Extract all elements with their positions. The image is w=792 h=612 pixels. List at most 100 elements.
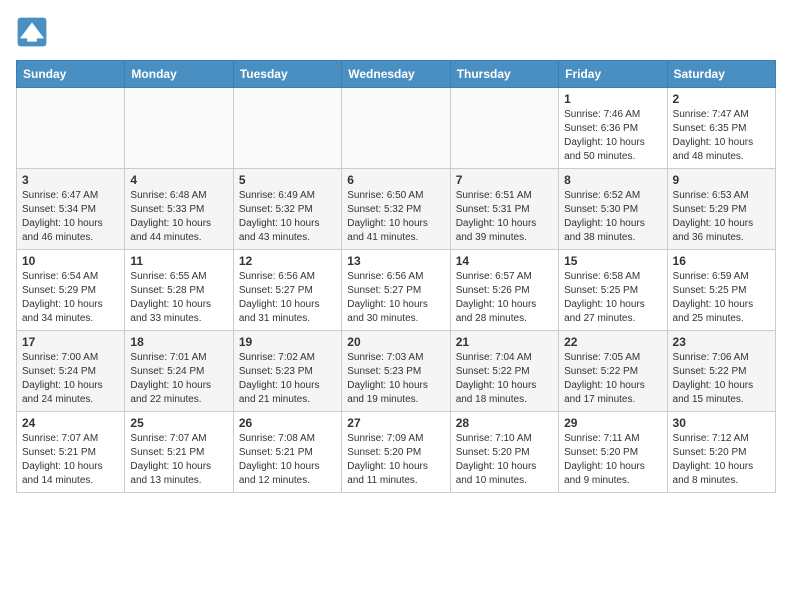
calendar-cell: 9Sunrise: 6:53 AM Sunset: 5:29 PM Daylig… <box>667 169 775 250</box>
calendar-cell: 6 Sunrise: 6:50 AM Sunset: 5:32 PM Daylig… <box>342 169 450 250</box>
calendar-cell: 23 Sunrise: 7:06 AM Sunset: 5:22 PM Dayli… <box>667 331 775 412</box>
day-info: Sunrise: 6:50 AM Sunset: 5:32 PM Dayligh… <box>347 189 444 245</box>
calendar-header: SundayMondayTuesdayWednesdayThursdayFrid… <box>17 61 776 88</box>
calendar-cell: 26 Sunrise: 7:08 AM Sunset: 5:21 PM Dayli… <box>233 412 341 493</box>
calendar-body: 1Sunrise: 7:46 AM Sunset: 6:36 PM Daylig… <box>17 88 776 493</box>
logo-icon <box>16 16 48 48</box>
calendar-cell: 2Sunrise: 7:47 AM Sunset: 6:35 PM Daylig… <box>667 88 775 169</box>
day-number: 7 <box>456 173 553 187</box>
day-number: 16 <box>673 254 770 268</box>
calendar-cell: 5 Sunrise: 6:49 AM Sunset: 5:32 PM Daylig… <box>233 169 341 250</box>
calendar-cell: 8 Sunrise: 6:52 AM Sunset: 5:30 PM Daylig… <box>559 169 667 250</box>
day-number: 27 <box>347 416 444 430</box>
day-info: Sunrise: 7:09 AM Sunset: 5:20 PM Dayligh… <box>347 432 444 488</box>
day-number: 23 <box>673 335 770 349</box>
calendar-cell: 25 Sunrise: 7:07 AM Sunset: 5:21 PM Dayli… <box>125 412 233 493</box>
day-number: 18 <box>130 335 227 349</box>
day-info: Sunrise: 6:56 AM Sunset: 5:27 PM Dayligh… <box>239 270 336 326</box>
calendar-cell: 1Sunrise: 7:46 AM Sunset: 6:36 PM Daylig… <box>559 88 667 169</box>
day-number: 29 <box>564 416 661 430</box>
column-header-monday: Monday <box>125 61 233 88</box>
day-info: Sunrise: 7:06 AM Sunset: 5:22 PM Dayligh… <box>673 351 770 407</box>
calendar-cell: 4 Sunrise: 6:48 AM Sunset: 5:33 PM Daylig… <box>125 169 233 250</box>
day-info: Sunrise: 7:02 AM Sunset: 5:23 PM Dayligh… <box>239 351 336 407</box>
day-number: 30 <box>673 416 770 430</box>
day-info: Sunrise: 6:51 AM Sunset: 5:31 PM Dayligh… <box>456 189 553 245</box>
calendar-week-4: 17 Sunrise: 7:00 AM Sunset: 5:24 PM Dayli… <box>17 331 776 412</box>
calendar-cell: 18 Sunrise: 7:01 AM Sunset: 5:24 PM Dayli… <box>125 331 233 412</box>
day-info: Sunrise: 6:59 AM Sunset: 5:25 PM Dayligh… <box>673 270 770 326</box>
day-number: 22 <box>564 335 661 349</box>
day-info: Sunrise: 7:07 AM Sunset: 5:21 PM Dayligh… <box>22 432 119 488</box>
day-info: Sunrise: 7:07 AM Sunset: 5:21 PM Dayligh… <box>130 432 227 488</box>
day-info: Sunrise: 6:57 AM Sunset: 5:26 PM Dayligh… <box>456 270 553 326</box>
calendar-cell <box>450 88 558 169</box>
column-header-wednesday: Wednesday <box>342 61 450 88</box>
column-header-sunday: Sunday <box>17 61 125 88</box>
day-number: 17 <box>22 335 119 349</box>
day-number: 15 <box>564 254 661 268</box>
calendar-week-5: 24 Sunrise: 7:07 AM Sunset: 5:21 PM Dayli… <box>17 412 776 493</box>
day-number: 13 <box>347 254 444 268</box>
calendar-cell <box>125 88 233 169</box>
day-number: 3 <box>22 173 119 187</box>
calendar-cell: 15 Sunrise: 6:58 AM Sunset: 5:25 PM Dayli… <box>559 250 667 331</box>
calendar-cell: 12 Sunrise: 6:56 AM Sunset: 5:27 PM Dayli… <box>233 250 341 331</box>
day-info: Sunrise: 6:58 AM Sunset: 5:25 PM Dayligh… <box>564 270 661 326</box>
day-number: 26 <box>239 416 336 430</box>
day-info: Sunrise: 6:56 AM Sunset: 5:27 PM Dayligh… <box>347 270 444 326</box>
day-info: Sunrise: 6:48 AM Sunset: 5:33 PM Dayligh… <box>130 189 227 245</box>
calendar-cell: 28 Sunrise: 7:10 AM Sunset: 5:20 PM Dayli… <box>450 412 558 493</box>
day-number: 28 <box>456 416 553 430</box>
calendar-cell: 30 Sunrise: 7:12 AM Sunset: 5:20 PM Dayli… <box>667 412 775 493</box>
day-number: 11 <box>130 254 227 268</box>
day-info: Sunrise: 7:04 AM Sunset: 5:22 PM Dayligh… <box>456 351 553 407</box>
day-number: 6 <box>347 173 444 187</box>
day-number: 24 <box>22 416 119 430</box>
day-number: 8 <box>564 173 661 187</box>
day-number: 1 <box>564 92 661 106</box>
calendar-cell <box>17 88 125 169</box>
column-header-saturday: Saturday <box>667 61 775 88</box>
day-number: 20 <box>347 335 444 349</box>
column-header-tuesday: Tuesday <box>233 61 341 88</box>
day-info: Sunrise: 6:47 AM Sunset: 5:34 PM Dayligh… <box>22 189 119 245</box>
day-number: 25 <box>130 416 227 430</box>
day-number: 21 <box>456 335 553 349</box>
day-info: Sunrise: 7:08 AM Sunset: 5:21 PM Dayligh… <box>239 432 336 488</box>
day-number: 4 <box>130 173 227 187</box>
calendar-week-2: 3 Sunrise: 6:47 AM Sunset: 5:34 PM Daylig… <box>17 169 776 250</box>
calendar-week-3: 10 Sunrise: 6:54 AM Sunset: 5:29 PM Dayli… <box>17 250 776 331</box>
column-header-thursday: Thursday <box>450 61 558 88</box>
day-info: Sunrise: 7:05 AM Sunset: 5:22 PM Dayligh… <box>564 351 661 407</box>
calendar-cell: 13 Sunrise: 6:56 AM Sunset: 5:27 PM Dayli… <box>342 250 450 331</box>
day-info: Sunrise: 7:12 AM Sunset: 5:20 PM Dayligh… <box>673 432 770 488</box>
header-row: SundayMondayTuesdayWednesdayThursdayFrid… <box>17 61 776 88</box>
day-number: 5 <box>239 173 336 187</box>
page-header <box>16 16 776 48</box>
day-info: Sunrise: 6:55 AM Sunset: 5:28 PM Dayligh… <box>130 270 227 326</box>
calendar-table: SundayMondayTuesdayWednesdayThursdayFrid… <box>16 60 776 493</box>
calendar-cell: 16 Sunrise: 6:59 AM Sunset: 5:25 PM Dayli… <box>667 250 775 331</box>
calendar-week-1: 1Sunrise: 7:46 AM Sunset: 6:36 PM Daylig… <box>17 88 776 169</box>
day-number: 12 <box>239 254 336 268</box>
day-info: Sunrise: 7:01 AM Sunset: 5:24 PM Dayligh… <box>130 351 227 407</box>
day-info: Sunrise: 6:54 AM Sunset: 5:29 PM Dayligh… <box>22 270 119 326</box>
calendar-cell <box>233 88 341 169</box>
calendar-cell: 27 Sunrise: 7:09 AM Sunset: 5:20 PM Dayli… <box>342 412 450 493</box>
day-number: 10 <box>22 254 119 268</box>
day-info: Sunrise: 7:00 AM Sunset: 5:24 PM Dayligh… <box>22 351 119 407</box>
day-info: Sunrise: 7:11 AM Sunset: 5:20 PM Dayligh… <box>564 432 661 488</box>
day-info: Sunrise: 7:10 AM Sunset: 5:20 PM Dayligh… <box>456 432 553 488</box>
day-info: Sunrise: 7:47 AM Sunset: 6:35 PM Dayligh… <box>673 108 770 164</box>
day-number: 9 <box>673 173 770 187</box>
day-number: 14 <box>456 254 553 268</box>
calendar-cell: 17 Sunrise: 7:00 AM Sunset: 5:24 PM Dayli… <box>17 331 125 412</box>
calendar-cell: 3 Sunrise: 6:47 AM Sunset: 5:34 PM Daylig… <box>17 169 125 250</box>
calendar-cell: 14 Sunrise: 6:57 AM Sunset: 5:26 PM Dayli… <box>450 250 558 331</box>
logo <box>16 16 52 48</box>
calendar-cell: 22 Sunrise: 7:05 AM Sunset: 5:22 PM Dayli… <box>559 331 667 412</box>
day-info: Sunrise: 6:49 AM Sunset: 5:32 PM Dayligh… <box>239 189 336 245</box>
day-info: Sunrise: 6:52 AM Sunset: 5:30 PM Dayligh… <box>564 189 661 245</box>
calendar-cell: 11 Sunrise: 6:55 AM Sunset: 5:28 PM Dayli… <box>125 250 233 331</box>
